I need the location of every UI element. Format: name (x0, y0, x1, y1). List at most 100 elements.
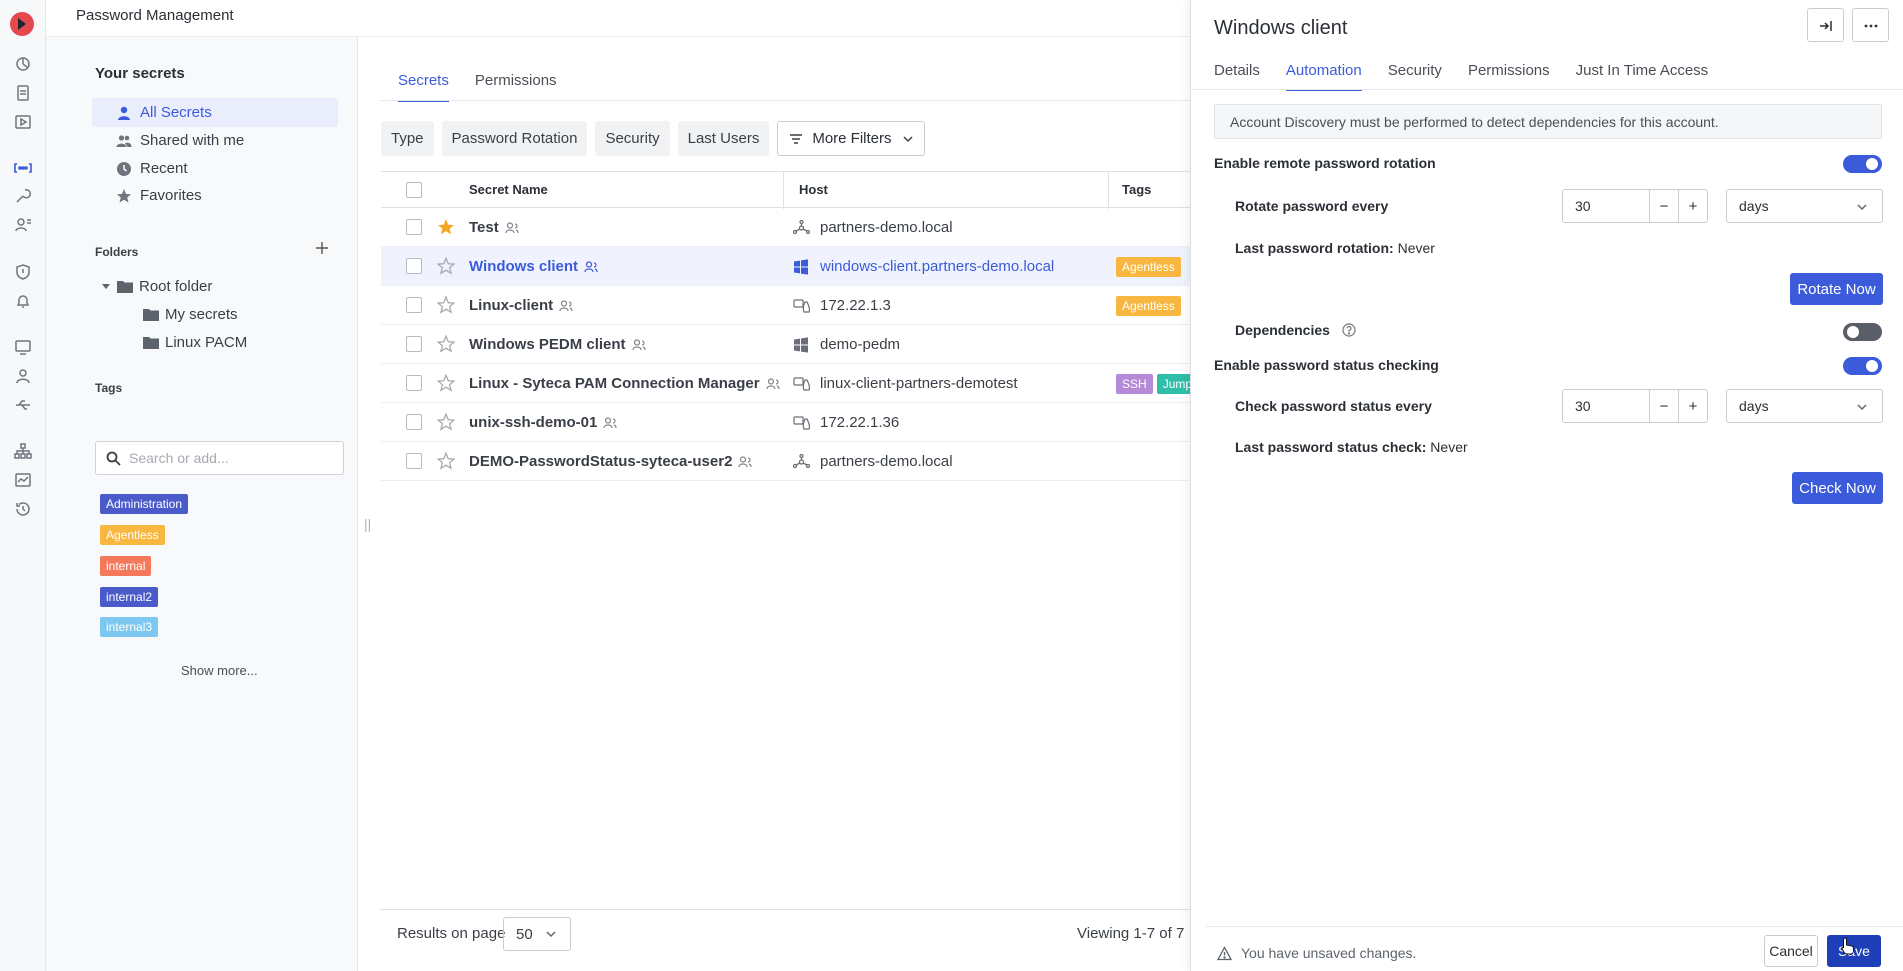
tag-badge[interactable]: Agentless (1116, 257, 1181, 277)
tag-chip[interactable]: internal2 (100, 587, 159, 607)
status-unit-select[interactable]: days (1726, 389, 1883, 423)
reports-icon[interactable] (14, 471, 32, 489)
secret-name[interactable]: unix-ssh-demo-01 (469, 414, 617, 431)
tab-permissions[interactable]: Permissions (475, 72, 557, 102)
table-row[interactable]: Linux-client 172.22.1.3 Agentless (381, 286, 1190, 325)
tab-just-in-time-access[interactable]: Just In Time Access (1576, 62, 1709, 91)
shield-icon[interactable] (14, 263, 32, 281)
increment-button[interactable]: + (1679, 389, 1708, 423)
column-divider[interactable] (783, 172, 784, 209)
dependencies-toggle[interactable] (1843, 323, 1882, 341)
tab-automation[interactable]: Automation (1285, 62, 1362, 91)
app-logo-icon[interactable] (10, 12, 34, 36)
add-folder-button[interactable] (315, 241, 329, 255)
rotation-unit-select[interactable]: days (1726, 189, 1883, 223)
star-outline-icon[interactable] (437, 374, 455, 392)
user-access-icon[interactable] (14, 216, 32, 234)
table-row[interactable]: DEMO-PasswordStatus-syteca-user2 partner… (381, 442, 1190, 481)
sidebar-item-shared-with-me[interactable]: Shared with me (92, 126, 338, 155)
secret-name[interactable]: Test (469, 219, 519, 236)
table-row[interactable]: Windows client windows-client.partners-d… (381, 247, 1190, 286)
rotation-interval-input[interactable]: 30 (1562, 189, 1650, 223)
star-outline-icon[interactable] (437, 413, 455, 431)
tag-badge[interactable]: SSH (1116, 374, 1153, 394)
folder-linux-pacm[interactable]: Linux PACM (143, 328, 247, 356)
row-checkbox[interactable] (406, 258, 422, 274)
tag-chip[interactable]: internal (100, 556, 152, 576)
rotate-now-button[interactable]: Rotate Now (1790, 273, 1883, 305)
filter-security-button[interactable]: Security (595, 121, 670, 156)
tab-details[interactable]: Details (1214, 62, 1260, 91)
row-checkbox[interactable] (406, 336, 422, 352)
folder-root[interactable]: Root folder (101, 272, 212, 300)
secret-name[interactable]: Windows PEDM client (469, 336, 646, 353)
hierarchy-icon[interactable] (14, 442, 32, 460)
show-more-tags-link[interactable]: Show more... (181, 663, 258, 678)
star-outline-icon[interactable] (437, 452, 455, 470)
table-row[interactable]: unix-ssh-demo-01 172.22.1.36 (381, 403, 1190, 442)
tab-secrets[interactable]: Secrets (398, 72, 449, 102)
secret-name[interactable]: Linux - Syteca PAM Connection Manager (469, 375, 780, 392)
increment-button[interactable]: + (1679, 189, 1708, 223)
row-checkbox[interactable] (406, 297, 422, 313)
row-checkbox[interactable] (406, 375, 422, 391)
tab-permissions[interactable]: Permissions (1468, 62, 1550, 91)
star-outline-icon[interactable] (437, 296, 455, 314)
secret-name[interactable]: Windows client (469, 258, 598, 275)
table-row[interactable]: Test partners-demo.local (381, 208, 1190, 247)
cancel-button[interactable]: Cancel (1764, 935, 1818, 967)
help-circle-icon[interactable] (1342, 323, 1356, 337)
enable-rotation-toggle[interactable] (1843, 155, 1882, 173)
filter-type-button[interactable]: Type (381, 121, 434, 156)
star-filled-icon[interactable] (437, 218, 455, 236)
row-checkbox[interactable] (406, 219, 422, 235)
sidebar-item-recent[interactable]: Recent (92, 154, 338, 183)
sidebar-item-favorites[interactable]: Favorites (92, 181, 338, 210)
status-interval-input[interactable]: 30 (1562, 389, 1650, 423)
row-checkbox[interactable] (406, 414, 422, 430)
tag-chip[interactable]: Agentless (100, 525, 165, 545)
bell-icon[interactable] (14, 292, 32, 310)
row-checkbox[interactable] (406, 453, 422, 469)
tab-security[interactable]: Security (1388, 62, 1442, 91)
history-icon[interactable] (14, 500, 32, 518)
person-icon[interactable] (14, 367, 32, 385)
tag-badge[interactable]: Agentless (1116, 296, 1181, 316)
column-secret-name[interactable]: Secret Name (469, 182, 548, 197)
caret-down-icon[interactable] (101, 281, 111, 291)
column-tags[interactable]: Tags (1122, 182, 1151, 197)
tag-search-field[interactable] (95, 441, 344, 475)
key-access-icon[interactable] (14, 187, 32, 205)
tag-chip[interactable]: internal3 (100, 617, 159, 637)
filter-last-users-button[interactable]: Last Users (677, 121, 770, 156)
tag-chip[interactable]: Administration (100, 494, 189, 514)
star-outline-icon[interactable] (437, 257, 455, 275)
results-per-page-select[interactable]: 50 (503, 917, 571, 951)
select-all-checkbox[interactable] (406, 182, 422, 198)
column-host[interactable]: Host (799, 182, 828, 197)
password-management-icon[interactable] (14, 159, 32, 177)
tag-search-input[interactable] (129, 450, 329, 466)
decrement-button[interactable]: − (1650, 389, 1679, 423)
table-row[interactable]: Windows PEDM client demo-pedm (381, 325, 1190, 364)
collapse-panel-button[interactable] (1807, 8, 1844, 42)
star-outline-icon[interactable] (437, 335, 455, 353)
folder-my-secrets[interactable]: My secrets (143, 300, 238, 328)
play-record-icon[interactable] (14, 113, 32, 131)
document-icon[interactable] (14, 84, 32, 102)
secret-name[interactable]: Linux-client (469, 297, 573, 314)
usb-icon[interactable] (14, 396, 32, 414)
decrement-button[interactable]: − (1650, 189, 1679, 223)
table-row[interactable]: Linux - Syteca PAM Connection Manager li… (381, 364, 1199, 403)
dashboard-icon[interactable] (14, 55, 32, 73)
monitor-icon[interactable] (14, 338, 32, 356)
more-filters-button[interactable]: More Filters (777, 121, 925, 156)
column-divider[interactable] (1108, 172, 1109, 209)
secret-name[interactable]: DEMO-PasswordStatus-syteca-user2 (469, 453, 753, 470)
enable-status-check-toggle[interactable] (1843, 357, 1882, 375)
panel-resize-handle[interactable]: || (364, 516, 371, 532)
check-now-button[interactable]: Check Now (1792, 472, 1883, 504)
filter-password-rotation-button[interactable]: Password Rotation (441, 121, 588, 156)
sidebar-item-all-secrets[interactable]: All Secrets (92, 98, 338, 127)
more-options-button[interactable] (1852, 8, 1889, 42)
